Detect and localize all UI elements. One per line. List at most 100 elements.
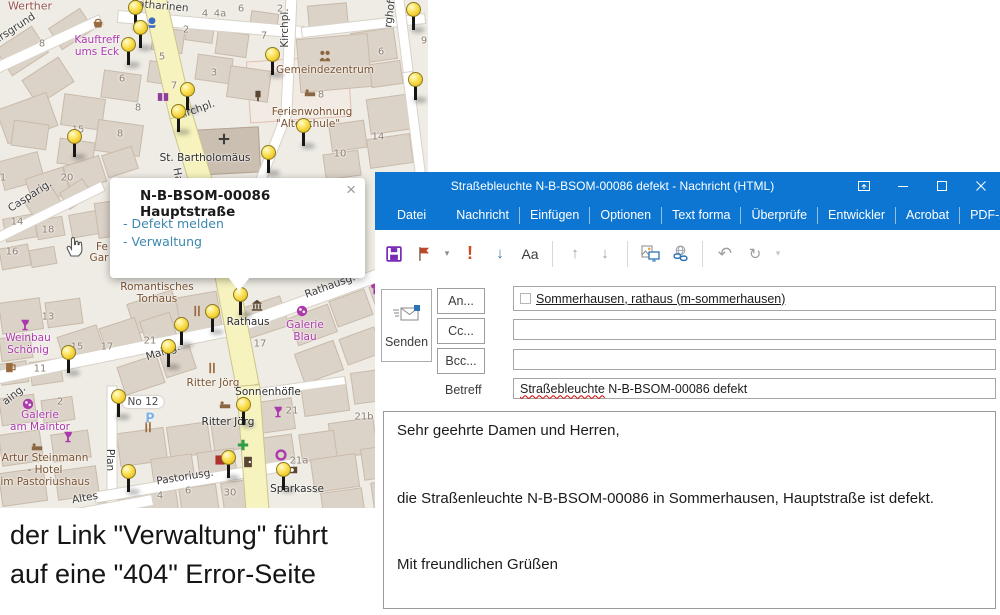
map-label: Weinbau <box>5 332 51 344</box>
hyperlink-button-icon[interactable] <box>667 241 693 267</box>
ribbon-tab-acrobat[interactable]: Acrobat <box>896 208 959 222</box>
map-housenumber: 8 <box>318 90 324 101</box>
bcc-button[interactable]: Bcc... <box>437 348 485 374</box>
map-label: Romantisches <box>120 281 193 293</box>
ribbon-tab-nachricht[interactable]: Nachricht <box>446 208 519 222</box>
toolbar-separator <box>702 241 703 267</box>
move-down-button[interactable]: ↓ <box>592 241 618 267</box>
compose-area: Senden An... Cc... Bcc... Betreff Sommer… <box>375 277 1000 615</box>
screenshot-button-icon[interactable] <box>637 241 663 267</box>
font-button[interactable]: Aa <box>517 241 543 267</box>
map-housenumber: 11 <box>34 364 47 375</box>
map-icon-museum <box>251 299 264 312</box>
cc-button[interactable]: Cc... <box>437 318 485 344</box>
map-housenumber: 30 <box>224 488 237 499</box>
customize-qat-button[interactable]: ▾ <box>772 241 784 267</box>
ribbon-tab-entwickler[interactable]: Entwickler <box>818 208 895 222</box>
map-icon-bed <box>304 87 317 100</box>
popup-pointer <box>228 277 250 291</box>
map-icon-pretzel <box>275 449 288 462</box>
subject-field[interactable]: Straßebleuchte N-B-BSOM-00086 defekt <box>513 378 996 399</box>
message-body[interactable]: Sehr geehrte Damen und Herren, die Straß… <box>383 411 996 609</box>
map-housenumber: 10 <box>334 149 347 160</box>
to-recipient[interactable]: Sommerhausen, rathaus (m-sommerhausen) <box>536 292 785 306</box>
flag-dropdown[interactable]: ▾ <box>441 241 453 267</box>
ribbon-tab-überprüfe[interactable]: Überprüfe <box>741 208 817 222</box>
map-icon-basket <box>92 17 105 30</box>
map-icon-people <box>319 50 332 63</box>
map-label: Rathaus <box>227 316 270 328</box>
bcc-field[interactable] <box>513 349 996 370</box>
save-button-icon[interactable] <box>381 241 407 267</box>
map-building <box>29 246 58 268</box>
map-label: Gemeindezentrum <box>276 64 374 76</box>
defekt-melden-link[interactable]: - Defekt melden <box>123 216 224 231</box>
map-icon-podium <box>252 90 265 103</box>
map-housenumber: 17 <box>254 339 267 350</box>
map-label: am Maintor <box>10 421 70 433</box>
recipient-checkbox[interactable] <box>520 293 531 304</box>
ribbon-tab-optionen[interactable]: Optionen <box>590 208 661 222</box>
map-label: Galerie <box>21 409 59 421</box>
undo-button[interactable]: ↶ <box>712 241 738 267</box>
minimize-button[interactable] <box>883 172 922 200</box>
map-label: Galerie <box>286 319 324 331</box>
map-housenumber: 4a <box>214 9 227 20</box>
follow-up-flag-button-icon[interactable] <box>411 241 437 267</box>
map-icon-wine <box>19 319 32 332</box>
ribbon-tab-text-forma[interactable]: Text forma <box>662 208 740 222</box>
to-field[interactable]: Sommerhausen, rathaus (m-sommerhausen) <box>513 286 996 311</box>
ribbon-tab-pdf-xcha[interactable]: PDF-XCha <box>960 208 1000 222</box>
map-housenumber: 2 <box>183 25 189 36</box>
close-button[interactable] <box>961 172 1000 200</box>
map-housenumber: 18 <box>42 225 55 236</box>
ribbon-tab-einfügen[interactable]: Einfügen <box>520 208 589 222</box>
map-housenumber: 1 <box>0 173 6 184</box>
map-label: Schönig <box>7 344 49 356</box>
low-importance-button[interactable]: ↓ <box>487 241 513 267</box>
redo-button[interactable]: ↻ <box>742 241 768 267</box>
to-button[interactable]: An... <box>437 288 485 314</box>
map-housenumber: 6 <box>378 47 384 58</box>
map-icon-book <box>157 91 170 104</box>
map-housenumber: 6 <box>185 486 191 497</box>
caption-line-1: der Link "Verwaltung" führt <box>10 516 328 555</box>
map-popup: N-B-BSOM-00086 Hauptstraße - Defekt meld… <box>110 178 365 278</box>
map-housenumber: 21b <box>354 412 373 423</box>
verwaltung-link[interactable]: - Verwaltung <box>123 234 202 249</box>
map-building <box>214 30 249 58</box>
map-housenumber: 8 <box>39 39 45 50</box>
map-housenumber: 4 <box>202 9 208 20</box>
send-button[interactable]: Senden <box>381 289 432 362</box>
map-housenumber: 6 <box>119 74 125 85</box>
map-housenumber: 4 <box>157 491 163 502</box>
map-housenumber: 20 <box>61 173 74 184</box>
quick-access-toolbar: ▾!↓Aa↑↓↶↻▾ <box>375 230 1000 277</box>
hand-cursor-icon <box>62 232 86 263</box>
toolbar-separator <box>552 241 553 267</box>
map-icon-greencross <box>237 439 250 452</box>
map-housenumber: 5 <box>159 52 165 63</box>
map-housenumber: 3 <box>211 68 217 79</box>
map-icon-wine <box>272 406 285 419</box>
map-housenumber: 17 <box>101 342 114 353</box>
map-label: - Hotel <box>28 464 63 476</box>
ribbon-tab-datei[interactable]: Datei <box>387 208 436 222</box>
move-up-button[interactable]: ↑ <box>562 241 588 267</box>
high-importance-button[interactable]: ! <box>457 241 483 267</box>
map-housenumber: 8 <box>117 129 123 140</box>
popup-close-icon[interactable]: × <box>346 181 356 198</box>
map-icon-cross <box>218 133 231 146</box>
window-title: Straßebleuchte N-B-BSOM-00086 defekt - N… <box>375 172 850 200</box>
map-icon-palette <box>296 305 309 318</box>
title-bar[interactable]: Straßebleuchte N-B-BSOM-00086 defekt - N… <box>375 172 1000 200</box>
map-icon-fork <box>206 362 219 375</box>
cc-field[interactable] <box>513 319 996 340</box>
map-icon-beer <box>4 361 17 374</box>
maximize-button[interactable] <box>922 172 961 200</box>
ribbon-display-options-button[interactable] <box>844 172 883 200</box>
map-housenumber: 6 <box>238 4 244 15</box>
map-label: Sparkasse <box>270 483 324 495</box>
map-housenumber: 14 <box>11 217 24 228</box>
body-closing: Mit freundlichen Grüßen <box>397 556 558 573</box>
